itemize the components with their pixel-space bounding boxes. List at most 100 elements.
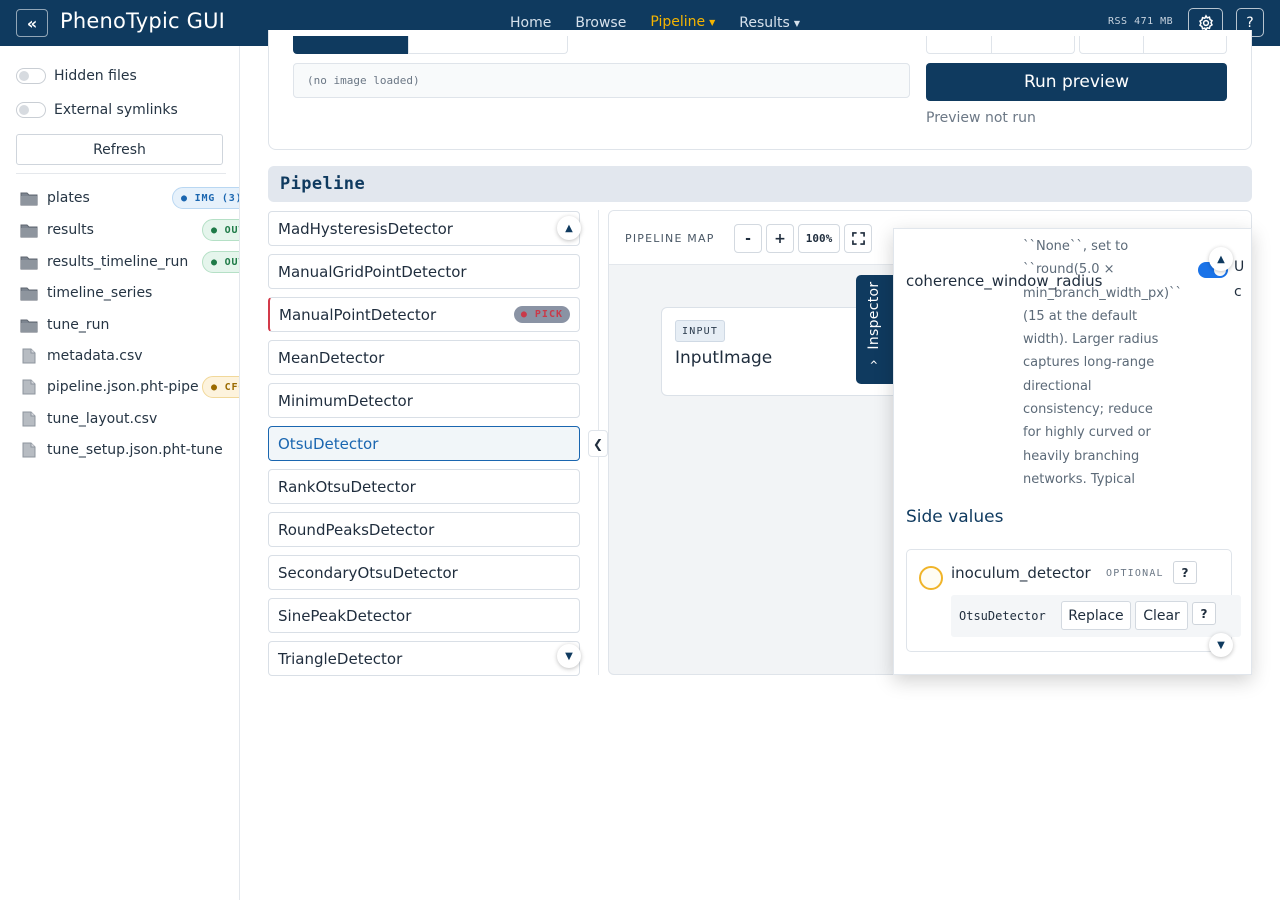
detector-item[interactable]: RoundPeaksDetector [268,512,580,547]
preview-tab[interactable] [408,36,568,54]
file-name: pipeline.json.pht-pipe [47,379,199,395]
clipped-label: U [1234,259,1245,275]
inspector-scroll-up-button[interactable]: ▲ [1209,247,1233,271]
inspector-tab-label: › Inspector [866,281,882,365]
preview-control-group[interactable] [926,36,1075,54]
side-value: OtsuDetector [959,609,1046,623]
preview-status: Preview not run [926,110,1036,126]
file-name: plates [47,190,90,206]
file-name: results_timeline_run [47,254,189,270]
clear-button[interactable]: Clear [1135,601,1188,630]
file-item[interactable]: plates [20,186,90,210]
preview-control-group-2[interactable] [1079,36,1227,54]
file-item[interactable]: tune_run [20,313,109,337]
chevron-up-icon: ▲ [1217,253,1225,265]
detector-item[interactable]: MinimumDetector [268,383,580,418]
inspector-tab[interactable]: › Inspector [856,275,893,384]
fullscreen-button[interactable] [844,224,872,253]
sidebar-divider [16,173,226,174]
memory-indicator: RSS 471 MB [1108,16,1174,27]
preview-tab-active[interactable] [293,36,408,54]
gear-icon [1198,13,1213,32]
file-item[interactable]: results_timeline_run [20,250,188,274]
file-icon [22,411,36,427]
detector-label: MadHysteresisDetector [278,219,453,238]
chevron-down-icon: ▼ [1217,639,1225,651]
file-sidebar: Hidden files External symlinks Refresh p… [0,46,240,900]
detector-item[interactable]: OtsuDetector [268,426,580,461]
detector-item[interactable]: MeanDetector [268,340,580,375]
chevron-down-icon: ▼ [793,18,800,28]
detector-label: RankOtsuDetector [278,477,416,496]
collapse-list-button[interactable]: ❮ [588,430,608,457]
file-item[interactable]: results [20,218,94,242]
detector-label: TriangleDetector [278,649,403,668]
folder-icon [20,224,38,238]
chevron-right-icon: › [866,359,882,365]
detector-label: RoundPeaksDetector [278,520,435,539]
refresh-button[interactable]: Refresh [16,134,223,165]
file-badge: ● CFG [202,376,239,398]
file-badge: ● OUT [202,219,239,241]
file-icon [22,442,36,458]
file-name: results [47,222,94,238]
detector-label: ManualPointDetector [279,305,437,324]
detector-label: ManualGridPointDetector [278,262,467,281]
inspector-scroll-down-button[interactable]: ▼ [1209,633,1233,657]
hidden-files-toggle[interactable] [16,68,46,84]
file-item[interactable]: tune_layout.csv [20,407,157,431]
external-symlinks-toggle[interactable] [16,102,46,118]
zoom-out-button[interactable]: - [734,224,762,253]
detector-item[interactable]: TriangleDetector [268,641,580,676]
file-item[interactable]: tune_setup.json.pht-tune [20,438,223,462]
pick-badge: ● PICK [513,306,570,323]
detector-item[interactable]: RankOtsuDetector [268,469,580,504]
folder-icon [20,319,38,333]
detector-label: MeanDetector [278,348,385,367]
side-value-radio[interactable] [919,566,943,590]
map-title: PIPELINE MAP [625,232,715,245]
value-help-button[interactable]: ? [1192,602,1216,625]
fullscreen-icon [851,232,865,245]
replace-button[interactable]: Replace [1061,601,1131,630]
file-item[interactable]: pipeline.json.pht-pipe [20,375,199,399]
collapse-sidebar-button[interactable]: « [16,9,48,37]
app-title[interactable]: PhenoTypic GUI [60,9,225,33]
zoom-in-button[interactable]: + [766,224,794,253]
hidden-files-label: Hidden files [54,68,137,84]
file-item[interactable]: metadata.csv [20,344,143,368]
file-badge: ● OUT [202,251,239,273]
node-tag: INPUT [675,320,726,342]
file-item[interactable]: timeline_series [20,281,152,305]
side-value-name: inoculum_detector [951,564,1091,582]
scroll-up-button[interactable]: ▲ [557,216,581,240]
detector-label: OtsuDetector [278,434,379,453]
param-name: coherence_window_radius [906,272,1103,290]
chevron-up-icon: ▲ [565,222,573,234]
detector-item[interactable]: SinePeakDetector [268,598,580,633]
detector-item[interactable]: ManualGridPointDetector [268,254,580,289]
detector-item[interactable]: ManualPointDetector ● PICK [268,297,580,332]
zoom-level-button[interactable]: 100% [798,224,840,253]
image-preview-box: (no image loaded) [293,63,910,98]
external-symlinks-label: External symlinks [54,102,178,118]
optional-tag: OPTIONAL [1106,568,1164,579]
side-help-button[interactable]: ? [1173,561,1197,584]
file-name: timeline_series [47,285,153,301]
file-name: metadata.csv [47,348,143,364]
external-symlinks-toggle-row[interactable]: External symlinks [16,102,178,118]
file-name: tune_run [47,317,110,333]
side-value-row: OtsuDetector Replace Clear ? [951,595,1241,637]
detector-label: MinimumDetector [278,391,413,410]
side-value-card: inoculum_detector OPTIONAL ? OtsuDetecto… [906,549,1241,652]
pipeline-header: Pipeline [268,166,1252,202]
file-name: tune_layout.csv [47,411,158,427]
scroll-down-button[interactable]: ▼ [557,644,581,668]
detector-item[interactable]: SecondaryOtsuDetector [268,555,580,590]
node-name: InputImage [675,348,773,368]
file-icon [22,379,36,395]
detector-item[interactable]: MadHysteresisDetector [268,211,580,246]
run-preview-button[interactable]: Run preview [926,63,1227,101]
hidden-files-toggle-row[interactable]: Hidden files [16,68,137,84]
file-badge: ● IMG (3) [172,187,239,209]
